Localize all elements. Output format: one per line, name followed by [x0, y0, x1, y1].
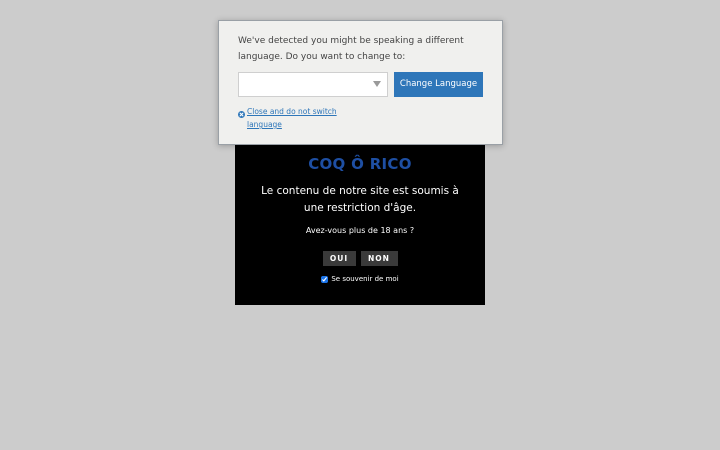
language-dialog: We've detected you might be speaking a d… [218, 20, 503, 145]
age-gate-panel: COQ Ô RICO Le contenu de notre site est … [235, 137, 485, 305]
yes-button[interactable]: OUI [322, 251, 356, 266]
age-buttons: OUI NON [235, 251, 485, 266]
change-language-button[interactable]: Change Language [394, 72, 483, 97]
age-question: Avez-vous plus de 18 ans ? [305, 226, 415, 235]
remember-me-checkbox[interactable] [321, 275, 329, 283]
page-background: COQ Ô RICO Le contenu de notre site est … [0, 0, 720, 450]
no-button[interactable]: NON [360, 251, 398, 266]
language-select[interactable] [238, 72, 388, 97]
remember-me[interactable]: Se souvenir de moi [235, 275, 485, 283]
age-restriction-message: Le contenu de notre site est soumis à un… [261, 185, 459, 214]
remember-me-label: Se souvenir de moi [331, 275, 399, 283]
close-no-switch-label[interactable]: Close and do not switch language [247, 105, 358, 131]
chevron-down-icon [373, 81, 381, 87]
language-dialog-message: We've detected you might be speaking a d… [238, 36, 464, 62]
brand-title: COQ Ô RICO [308, 155, 412, 173]
close-no-switch-link[interactable]: Close and do not switch language [238, 105, 358, 131]
close-circle-icon [238, 111, 245, 118]
